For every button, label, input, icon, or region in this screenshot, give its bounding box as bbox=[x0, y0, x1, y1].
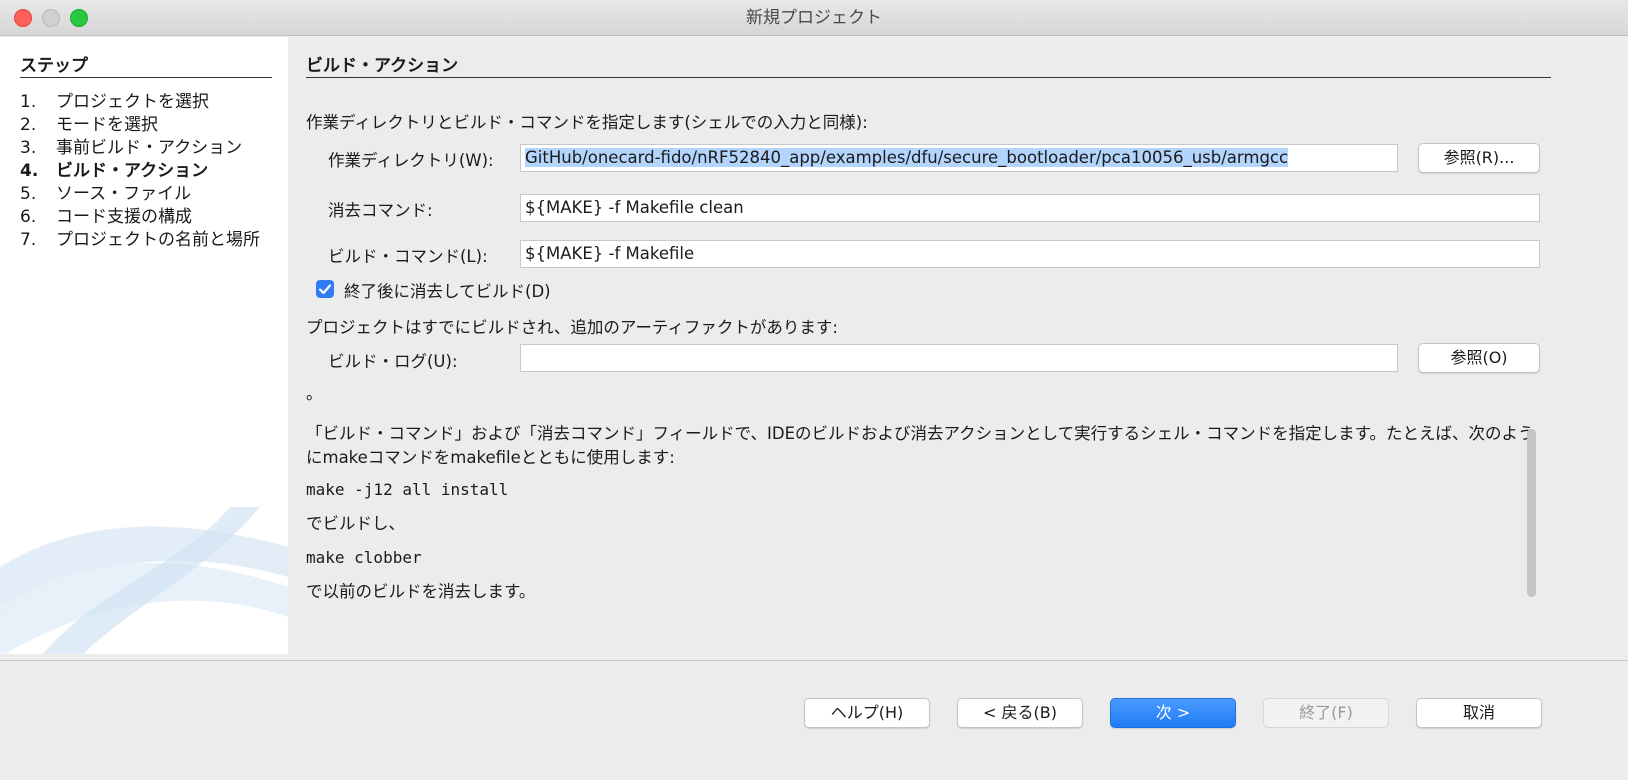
working-dir-input[interactable]: GitHub/onecard-fido/nRF52840_app/example… bbox=[520, 144, 1398, 172]
step-number: 7. bbox=[20, 230, 37, 250]
build-command-input[interactable]: ${MAKE} -f Makefile bbox=[520, 240, 1540, 268]
build-command-label: ビルド・コマンド(L): bbox=[328, 247, 488, 266]
help-paragraph: 「ビルド・コマンド」および「消去コマンド」フィールドで、IDEのビルドおよび消去… bbox=[306, 424, 1535, 467]
title-bar: 新規プロジェクト bbox=[0, 0, 1628, 36]
working-dir-value: GitHub/onecard-fido/nRF52840_app/example… bbox=[525, 148, 1289, 167]
step-label: プロジェクトを選択 bbox=[56, 92, 209, 112]
decorative-swoosh-graphic bbox=[0, 507, 288, 654]
step-item: 2. モードを選択 bbox=[20, 114, 272, 137]
step-label: コード支援の構成 bbox=[56, 207, 192, 227]
browse-build-log-button[interactable]: 参照(O) bbox=[1418, 343, 1540, 373]
next-button[interactable]: 次 > bbox=[1110, 698, 1236, 728]
clean-command-label: 消去コマンド: bbox=[328, 201, 433, 220]
step-number: 1. bbox=[20, 92, 37, 112]
help-text-build: でビルドし、 bbox=[306, 514, 405, 533]
step-item: 7. プロジェクトの名前と場所 bbox=[20, 229, 272, 252]
steps-heading: ステップ bbox=[20, 51, 272, 78]
clean-command-input[interactable]: ${MAKE} -f Makefile clean bbox=[520, 194, 1540, 222]
help-fragment: 。 bbox=[306, 384, 323, 403]
back-button[interactable]: < 戻る(B) bbox=[957, 698, 1083, 728]
help-scrollbar-thumb[interactable] bbox=[1527, 429, 1536, 597]
step-number: 4. bbox=[20, 161, 39, 181]
step-label: プロジェクトの名前と場所 bbox=[56, 230, 260, 250]
description-text: 作業ディレクトリとビルド・コマンドを指定します(シェルでの入力と同様): bbox=[306, 113, 868, 132]
step-label: モードを選択 bbox=[56, 115, 158, 135]
step-item: 5. ソース・ファイル bbox=[20, 183, 272, 206]
section-title: ビルド・アクション bbox=[306, 51, 1551, 78]
new-project-dialog: 新規プロジェクト ステップ 1. プロジェクトを選択 2. モードを選択 3. 事前ビ… bbox=[0, 0, 1628, 780]
clean-and-build-checkbox[interactable] bbox=[316, 280, 334, 298]
step-item: 1. プロジェクトを選択 bbox=[20, 91, 272, 114]
working-dir-label: 作業ディレクトリ(W): bbox=[328, 151, 494, 170]
step-label: ビルド・アクション bbox=[56, 161, 209, 181]
help-code-clobber: make clobber bbox=[306, 548, 422, 567]
step-item: 6. コード支援の構成 bbox=[20, 206, 272, 229]
browse-working-dir-button[interactable]: 参照(R)... bbox=[1418, 143, 1540, 173]
build-log-label: ビルド・ログ(U): bbox=[328, 352, 458, 371]
artifacts-text: プロジェクトはすでにビルドされ、追加のアーティファクトがあります: bbox=[306, 318, 838, 337]
help-code-build: make -j12 all install bbox=[306, 480, 509, 499]
build-log-input[interactable] bbox=[520, 344, 1398, 372]
step-item-active: 4. ビルド・アクション bbox=[20, 160, 272, 183]
step-item: 3. 事前ビルド・アクション bbox=[20, 137, 272, 160]
help-button[interactable]: ヘルプ(H) bbox=[804, 698, 930, 728]
step-number: 2. bbox=[20, 115, 37, 135]
step-number: 6. bbox=[20, 207, 37, 227]
window-title: 新規プロジェクト bbox=[746, 8, 882, 28]
steps-panel: ステップ 1. プロジェクトを選択 2. モードを選択 3. 事前ビルド・アクション … bbox=[0, 37, 288, 654]
step-list: 1. プロジェクトを選択 2. モードを選択 3. 事前ビルド・アクション 4. ビルド… bbox=[20, 91, 272, 252]
step-label: ソース・ファイル bbox=[56, 184, 192, 204]
finish-button[interactable]: 終了(F) bbox=[1263, 698, 1389, 728]
cancel-button[interactable]: 取消 bbox=[1416, 698, 1542, 728]
build-actions-panel: ビルド・アクション 作業ディレクトリとビルド・コマンドを指定します(シェルでの入… bbox=[290, 37, 1628, 654]
bottom-separator bbox=[0, 660, 1628, 661]
step-label: 事前ビルド・アクション bbox=[56, 138, 243, 158]
help-text-clean: で以前のビルドを消去します。 bbox=[306, 582, 536, 601]
checkmark-icon bbox=[318, 284, 332, 295]
step-number: 5. bbox=[20, 184, 37, 204]
help-text-pane: 。 「ビルド・コマンド」および「消去コマンド」フィールドで、IDEのビルドおよび… bbox=[306, 382, 1536, 642]
clean-and-build-label: 終了後に消去してビルド(D) bbox=[344, 282, 551, 301]
step-number: 3. bbox=[20, 138, 37, 158]
